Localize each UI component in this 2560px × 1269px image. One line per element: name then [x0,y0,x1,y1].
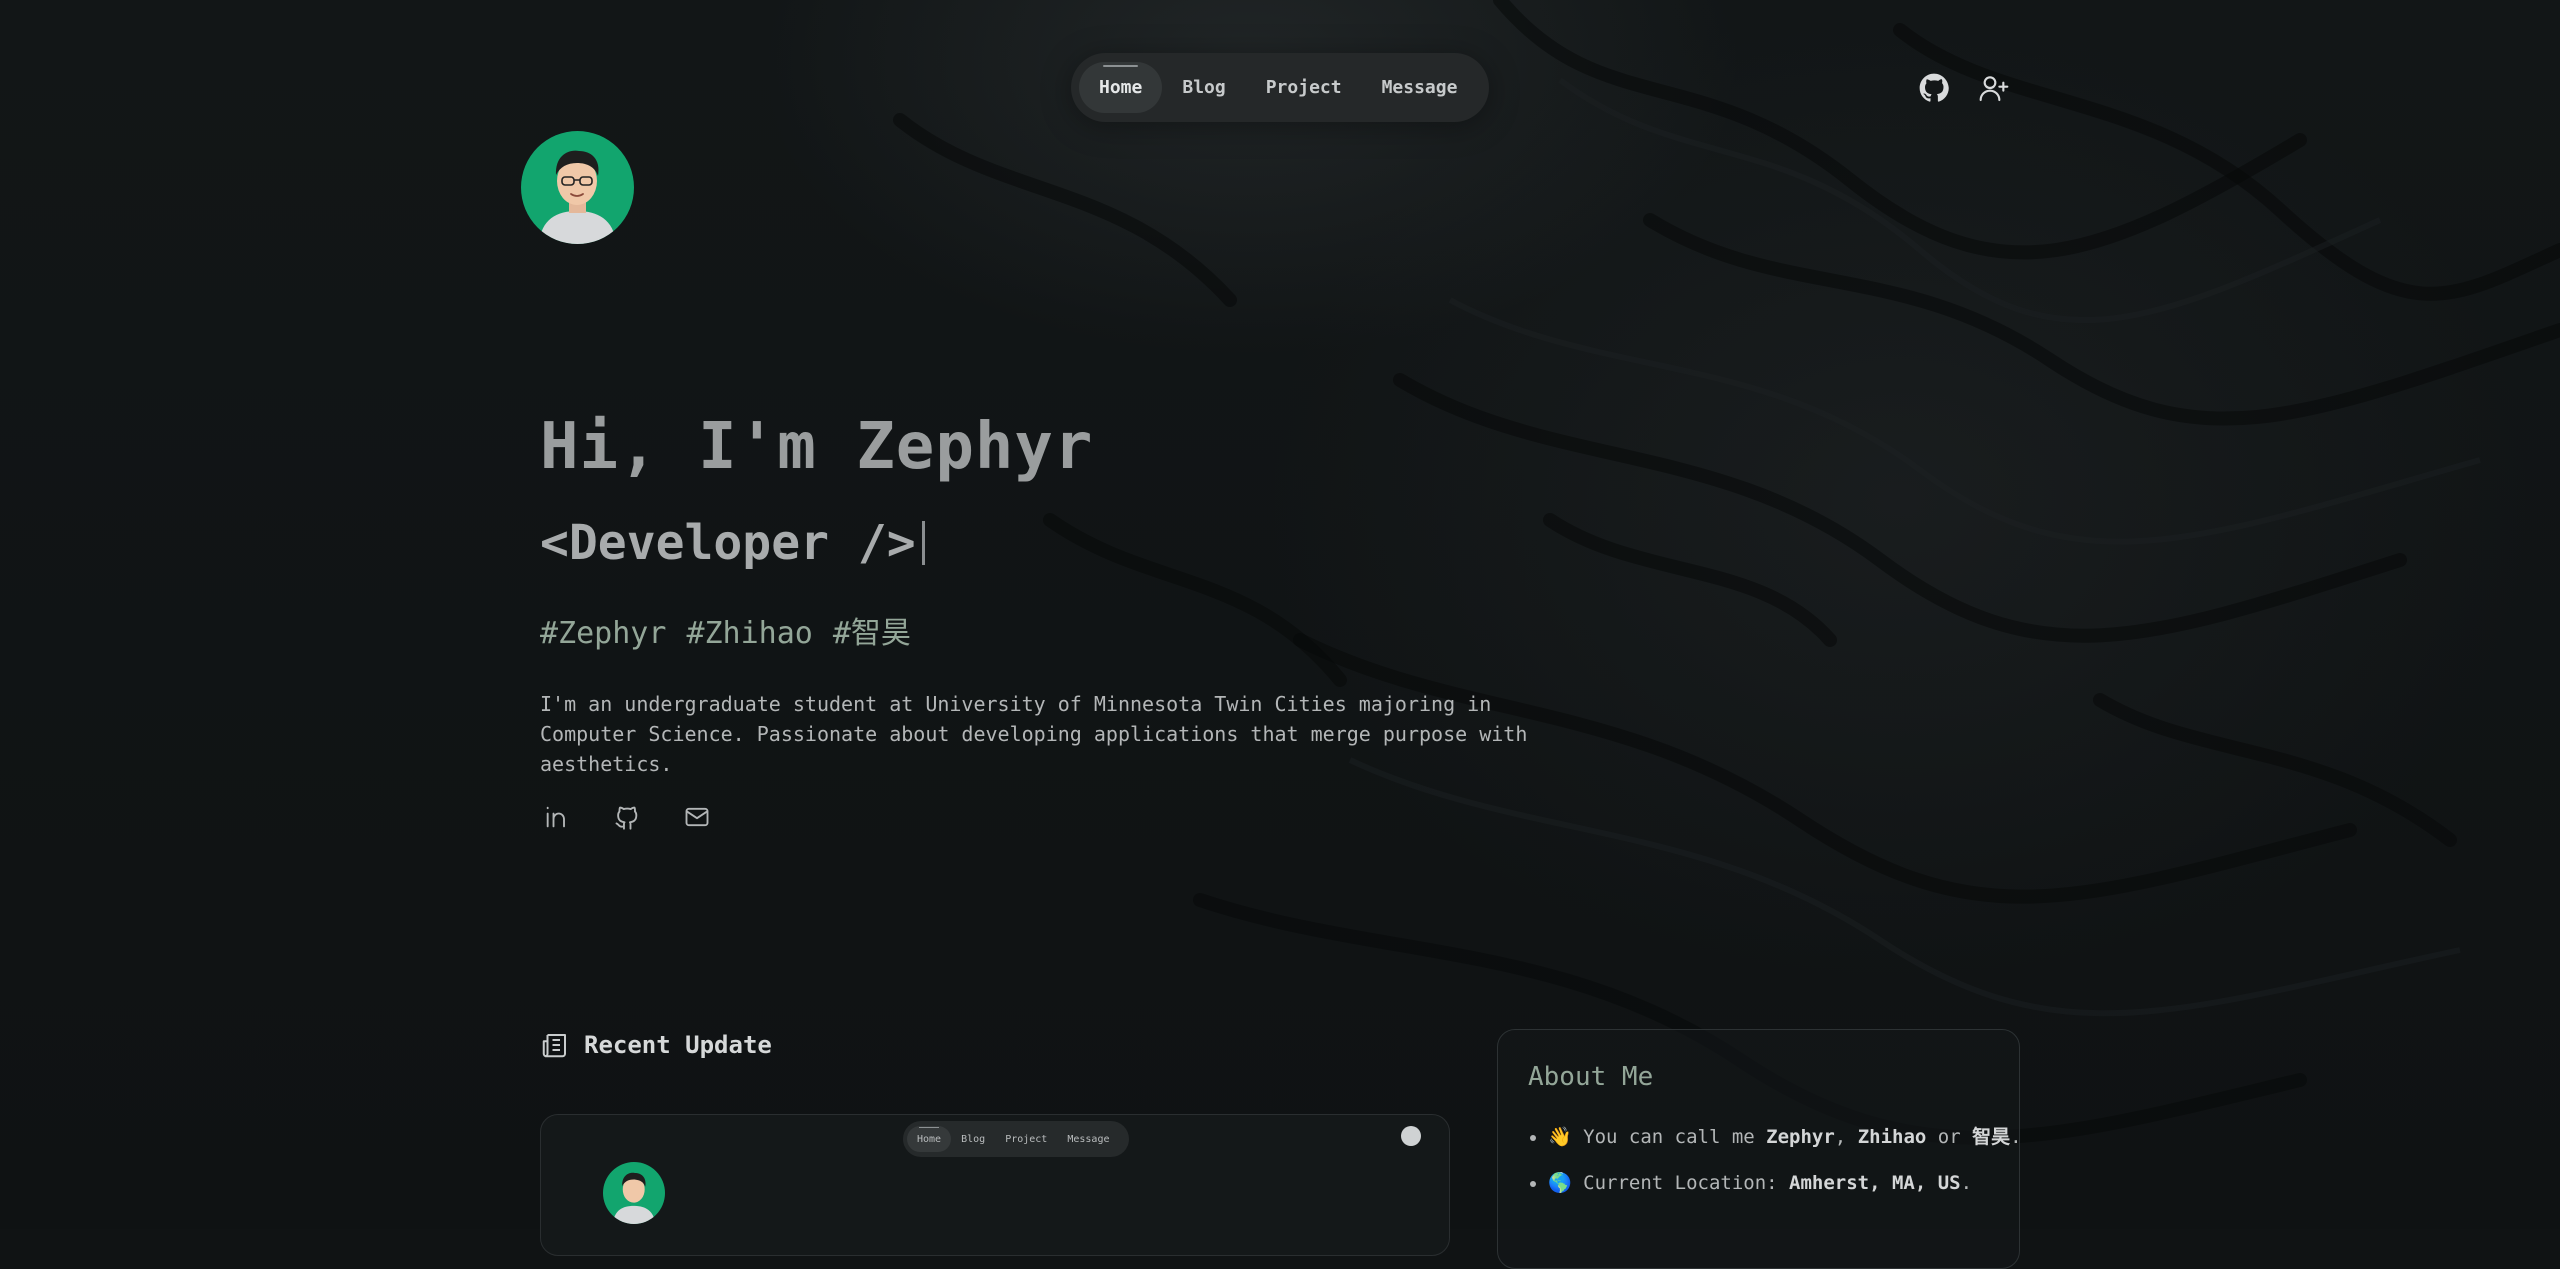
about-me-title: About Me [1528,1062,1654,1092]
about-me-list: 👋 You can call me Zephyr, Zhihao or 智昊. … [1528,1122,2022,1194]
main-nav: Home Blog Project Message [1071,53,1489,122]
hero-bio: I'm an undergraduate student at Universi… [540,692,1528,776]
name-chinese: 智昊 [1972,1126,2011,1148]
nav-home[interactable]: Home [1079,62,1163,113]
preview-nav: Home Blog Project Message [903,1121,1129,1157]
nav-project[interactable]: Project [1246,62,1362,113]
hero-tags: #Zephyr #Zhihao #智昊 [540,608,931,652]
about-text: Current Location: [1583,1172,1790,1194]
wave-emoji: 👋 [1548,1126,1572,1148]
hero-role: <Developer /> [540,515,925,571]
period: . [2010,1126,2022,1148]
github-icon[interactable] [610,800,644,834]
nav-blog[interactable]: Blog [1162,62,1245,113]
separator: or [1926,1126,1973,1148]
nav-message[interactable]: Message [1362,62,1478,113]
period: . [1960,1172,1973,1194]
newspaper-icon [542,1034,566,1058]
globe-emoji: 🌎 [1548,1172,1572,1194]
recent-update-preview[interactable]: Home Blog Project Message [540,1114,1450,1256]
preview-avatar [603,1162,665,1224]
tag: #智昊 [832,616,911,651]
background [0,0,2560,1229]
hero-title: Hi, I'm Zephyr [540,410,1094,484]
tag: #Zhihao [686,616,813,651]
about-text: You can call me [1583,1126,1767,1148]
tag: #Zephyr [540,616,667,651]
name-zephyr: Zephyr [1766,1126,1835,1148]
hero-role-text: <Developer /> [540,515,916,571]
preview-nav-item: Message [1067,1133,1110,1145]
preview-nav-item: Project [1005,1133,1048,1145]
preview-nav-item: Blog [961,1133,986,1145]
preview-github-icon [1401,1126,1421,1146]
social-links [540,800,714,834]
typing-caret [921,521,925,565]
recent-update-header: Recent Update [540,1030,772,1060]
location-value: Amherst, MA, US [1789,1172,1961,1194]
separator: , [1834,1126,1858,1148]
name-zhihao: Zhihao [1857,1126,1927,1148]
preview-nav-item: Home [907,1126,952,1152]
user-plus-icon[interactable] [1976,70,2012,106]
list-item: 🌎 Current Location: Amherst, MA, US. [1548,1171,1989,1194]
linkedin-icon[interactable] [540,800,574,834]
mail-icon[interactable] [680,800,714,834]
list-item: 👋 You can call me Zephyr, Zhihao or 智昊. [1548,1122,2022,1149]
avatar [521,131,634,244]
github-icon[interactable] [1916,70,1952,106]
about-me-card: About Me 👋 You can call me Zephyr, Zhiha… [1497,1029,2022,1269]
recent-update-title: Recent Update [584,1031,772,1059]
